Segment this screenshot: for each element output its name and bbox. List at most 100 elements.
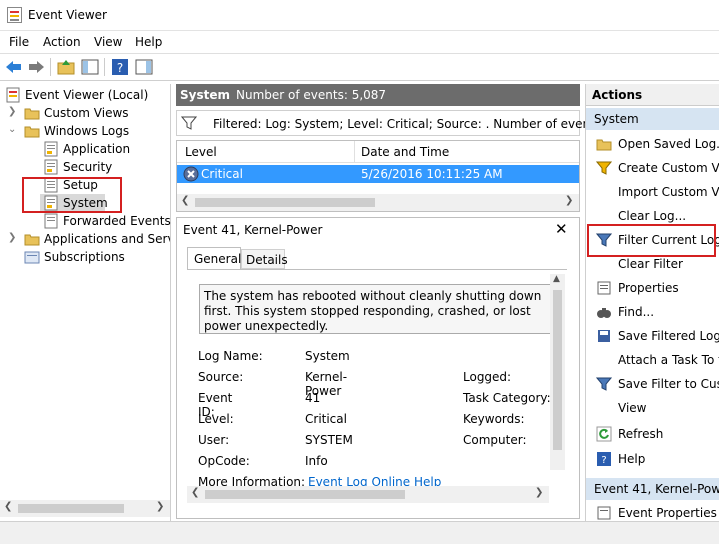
filter-description: Filtered: Log: System; Level: Critical; … <box>213 117 617 131</box>
highlight-box <box>22 177 122 213</box>
help-icon[interactable]: ? <box>110 58 130 76</box>
close-icon[interactable]: ✕ <box>555 220 568 238</box>
forward-icon[interactable] <box>26 58 46 76</box>
subscriptions-icon <box>24 249 40 265</box>
action-view[interactable]: View <box>592 397 719 419</box>
action-open-saved-log[interactable]: Open Saved Log... <box>592 133 719 155</box>
scrollbar-thumb[interactable] <box>18 504 124 513</box>
label-level: Level: <box>198 412 234 426</box>
scroll-up-icon[interactable]: ▲ <box>553 274 560 284</box>
detail-vscrollbar[interactable]: ▲ <box>550 274 565 470</box>
save-icon <box>596 328 612 344</box>
tab-details[interactable]: Details <box>241 249 288 269</box>
tree-item-application[interactable]: Application <box>0 140 170 158</box>
show-hide-tree-icon[interactable] <box>80 58 100 76</box>
folder-icon <box>24 123 40 139</box>
action-attach-task[interactable]: Attach a Task To this Log... <box>592 349 719 371</box>
row-level: Critical <box>201 167 243 181</box>
tree-item-forwarded-events[interactable]: Forwarded Events <box>0 212 171 230</box>
column-level[interactable]: Level <box>185 145 217 159</box>
tree-item-custom-views[interactable]: ❯ Custom Views <box>0 104 170 122</box>
filter-save-icon <box>595 376 613 392</box>
toolbar: ? <box>0 53 719 81</box>
scroll-left-icon[interactable]: ❮ <box>181 195 189 206</box>
refresh-icon <box>596 426 612 442</box>
detail-hscrollbar[interactable]: ❮ ❯ <box>187 486 549 503</box>
events-grid: Level Date and Time Critical 5/26/2016 1… <box>176 140 580 212</box>
label-log-name: Log Name: <box>198 349 263 363</box>
event-viewer-icon <box>5 87 21 103</box>
back-icon[interactable] <box>4 58 24 76</box>
action-help[interactable]: ? Help <box>592 448 719 470</box>
action-find[interactable]: Find... <box>592 301 719 323</box>
action-create-custom-view[interactable]: Create Custom View... <box>592 157 719 179</box>
tab-general[interactable]: General <box>187 247 241 269</box>
label-user: User: <box>198 433 230 447</box>
log-header: System Number of events: 5,087 <box>176 84 580 106</box>
tree-item-applications-and-services[interactable]: ❯ Applications and Servic <box>0 230 170 248</box>
value-event-id: 41 <box>305 391 321 405</box>
value-log-name: System <box>305 349 350 363</box>
title-bar: Event Viewer <box>0 0 719 31</box>
value-user: SYSTEM <box>305 433 353 447</box>
action-properties[interactable]: Properties <box>592 277 719 299</box>
folder-icon <box>24 105 40 121</box>
actions-pane: Actions System Open Saved Log... Create … <box>585 84 719 521</box>
folder-up-icon[interactable] <box>56 58 76 76</box>
value-opcode: Info <box>305 454 328 468</box>
action-save-filter-custom-view[interactable]: Save Filter to Custom View... <box>592 373 719 395</box>
log-icon <box>43 159 59 175</box>
row-date: 5/26/2016 10:11:25 AM <box>361 167 503 181</box>
action-refresh[interactable]: Refresh <box>592 423 719 445</box>
tree-item-event-viewer-local[interactable]: Event Viewer (Local) <box>0 86 170 104</box>
label-opcode: OpCode: <box>198 454 250 468</box>
action-save-filtered-log[interactable]: Save Filtered Log File As... <box>592 325 719 347</box>
scrollbar-thumb[interactable] <box>553 290 562 450</box>
filter-icon <box>595 160 613 176</box>
value-level: Critical <box>305 412 347 426</box>
tree-scrollbar[interactable]: ❮ ❯ <box>0 500 170 517</box>
actions-section-system[interactable]: System <box>586 108 719 130</box>
show-action-pane-icon[interactable] <box>134 58 154 76</box>
properties-icon <box>596 505 612 521</box>
filter-bar: Filtered: Log: System; Level: Critical; … <box>176 110 617 136</box>
scrollbar-thumb[interactable] <box>195 198 375 207</box>
menu-action[interactable]: Action <box>43 35 81 49</box>
scroll-left-icon[interactable]: ❮ <box>191 487 199 498</box>
action-import-custom-view[interactable]: Import Custom View... <box>592 181 719 203</box>
scroll-right-icon[interactable]: ❯ <box>565 195 573 206</box>
tree-item-subscriptions[interactable]: Subscriptions <box>0 248 170 266</box>
event-count: Number of events: 5,087 <box>236 88 387 102</box>
filter-icon <box>180 115 198 131</box>
scroll-right-icon[interactable]: ❯ <box>535 487 543 498</box>
log-icon <box>43 141 59 157</box>
grid-scrollbar[interactable]: ❮ ❯ <box>177 194 579 211</box>
chevron-right-icon[interactable]: ❯ <box>8 232 16 243</box>
toolbar-divider <box>104 58 105 76</box>
label-logged: Logged: <box>463 370 512 384</box>
scroll-right-icon[interactable]: ❯ <box>156 501 164 512</box>
table-row[interactable]: Critical 5/26/2016 10:11:25 AM <box>177 165 579 183</box>
binoculars-icon <box>596 304 612 320</box>
label-keywords: Keywords: <box>463 412 525 426</box>
highlight-box <box>587 224 716 257</box>
status-bar <box>0 521 719 544</box>
menu-view[interactable]: View <box>94 35 122 49</box>
column-date-time[interactable]: Date and Time <box>361 145 449 159</box>
scrollbar-thumb[interactable] <box>205 490 405 499</box>
open-folder-icon <box>596 136 612 152</box>
actions-section-event[interactable]: Event 41, Kernel-Power <box>586 478 719 500</box>
actions-header: Actions <box>586 84 719 106</box>
log-icon <box>43 213 59 229</box>
tree-item-windows-logs[interactable]: ⌄ Windows Logs <box>0 122 170 140</box>
menu-file[interactable]: File <box>9 35 29 49</box>
toolbar-divider <box>50 58 51 76</box>
properties-icon <box>596 280 612 296</box>
chevron-down-icon[interactable]: ⌄ <box>8 124 16 135</box>
grid-header: Level Date and Time <box>177 141 579 163</box>
tree-item-security[interactable]: Security <box>0 158 170 176</box>
scroll-left-icon[interactable]: ❮ <box>4 501 12 512</box>
menu-help[interactable]: Help <box>135 35 162 49</box>
label-computer: Computer: <box>463 433 527 447</box>
chevron-right-icon[interactable]: ❯ <box>8 106 16 117</box>
